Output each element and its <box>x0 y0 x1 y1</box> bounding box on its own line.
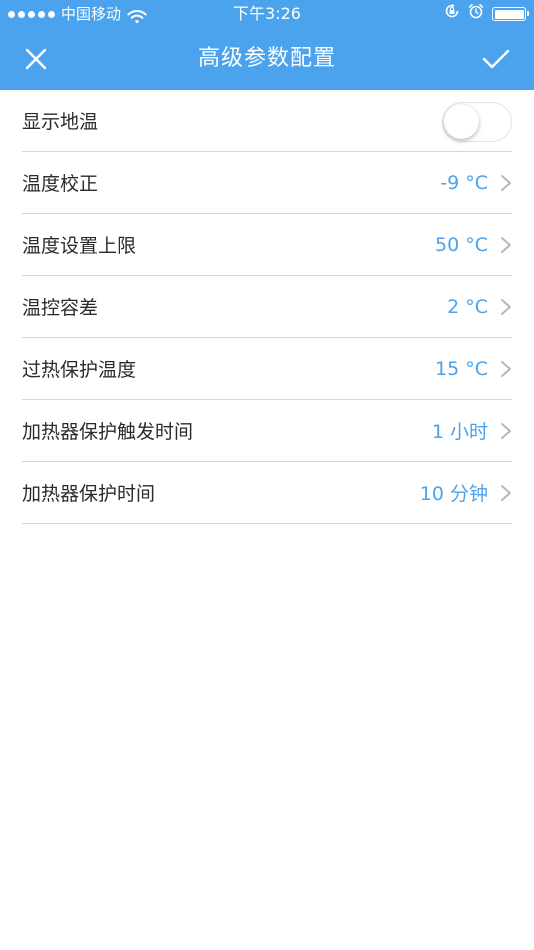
chevron-right-icon <box>500 484 512 502</box>
alarm-icon <box>468 0 484 28</box>
chevron-right-icon <box>500 236 512 254</box>
setting-label: 加热器保护时间 <box>22 483 156 505</box>
setting-label: 温控容差 <box>22 297 99 319</box>
page-title: 高级参数配置 <box>197 46 336 71</box>
setting-row-temp-calibration[interactable]: 温度校正 -9 °C <box>22 152 512 214</box>
setting-value: 15 °C <box>435 357 488 380</box>
setting-row-heater-protection-time[interactable]: 加热器保护时间 10 分钟 <box>22 462 512 524</box>
setting-value: -9 °C <box>440 171 488 194</box>
setting-row-overheat-protection[interactable]: 过热保护温度 15 °C <box>22 338 512 400</box>
show-floor-temp-toggle[interactable] <box>442 102 512 142</box>
setting-row-show-floor-temp: 显示地温 <box>22 90 512 152</box>
chevron-right-icon <box>500 422 512 440</box>
toggle-knob <box>444 104 479 139</box>
chevron-right-icon <box>500 174 512 192</box>
check-icon <box>482 49 510 69</box>
nav-bar: 高级参数配置 <box>0 28 534 90</box>
orientation-lock-icon <box>444 0 460 28</box>
setting-value: 2 °C <box>447 295 488 318</box>
setting-label: 加热器保护触发时间 <box>22 421 194 443</box>
setting-label: 温度校正 <box>22 173 99 195</box>
setting-row-temp-tolerance[interactable]: 温控容差 2 °C <box>22 276 512 338</box>
confirm-button[interactable] <box>476 43 516 75</box>
setting-label: 显示地温 <box>22 111 99 133</box>
battery-icon <box>492 7 529 21</box>
chevron-right-icon <box>500 298 512 316</box>
settings-list: 显示地温 温度校正 -9 °C 温度设置上限 50 °C 温控容差 2 °C 过… <box>0 90 534 524</box>
close-button[interactable] <box>18 43 54 75</box>
setting-label: 温度设置上限 <box>22 235 137 257</box>
header: 中国移动 下午3:26 高级参数配置 <box>0 0 534 90</box>
status-right <box>444 0 529 28</box>
setting-label: 过热保护温度 <box>22 359 137 381</box>
setting-row-heater-trigger-time[interactable]: 加热器保护触发时间 1 小时 <box>22 400 512 462</box>
close-icon <box>25 48 47 70</box>
setting-value: 1 小时 <box>431 421 488 443</box>
status-bar: 中国移动 下午3:26 <box>0 0 534 28</box>
setting-row-temp-upper-limit[interactable]: 温度设置上限 50 °C <box>22 214 512 276</box>
setting-value: 50 °C <box>435 233 488 256</box>
chevron-right-icon <box>500 360 512 378</box>
setting-value: 10 分钟 <box>419 483 488 505</box>
